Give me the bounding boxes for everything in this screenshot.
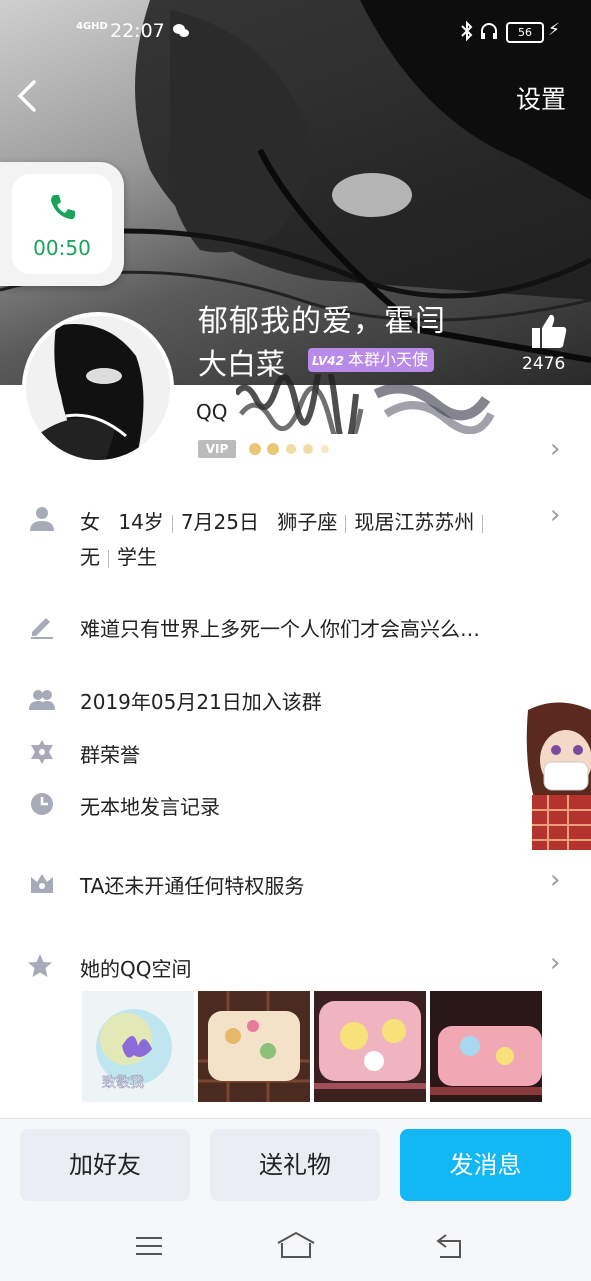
- network-indicator: 4GHD: [76, 21, 108, 32]
- privilege-chevron-icon[interactable]: ›: [550, 865, 560, 895]
- gender: 女: [80, 510, 100, 534]
- signature[interactable]: 难道只有世界上多死一个人你们才会高兴么…: [80, 613, 480, 642]
- charging-icon: ⚡: [548, 20, 560, 40]
- basic-info-line2[interactable]: 无学生: [80, 541, 157, 570]
- girl-sticker-decoration: [526, 702, 591, 850]
- qzone-photo-strip[interactable]: 致敬我: [82, 991, 542, 1102]
- vip-badge: VIP: [198, 440, 236, 458]
- level-label: LV42: [312, 354, 344, 368]
- photo-caption: 致敬我: [102, 1075, 144, 1091]
- bottom-action-bar: 加好友 送礼物 发消息: [0, 1118, 591, 1281]
- call-card[interactable]: 00:50: [12, 174, 112, 274]
- status-bar: 4GHD 22:07 56 ⚡: [0, 18, 591, 48]
- bluetooth-icon: [461, 21, 473, 41]
- voice-call-floating-window[interactable]: 00:50: [0, 162, 124, 286]
- headphones-icon: [481, 23, 497, 39]
- send-message-button[interactable]: 发消息: [400, 1129, 571, 1201]
- qq-number-label: QQ: [196, 400, 228, 424]
- location: 现居江苏苏州: [354, 510, 475, 534]
- qzone-chevron-icon[interactable]: ›: [550, 948, 560, 978]
- group-honor[interactable]: 群荣誉: [80, 739, 140, 768]
- zodiac: 狮子座: [277, 510, 338, 534]
- group-level-badge: LV42 本群小天使: [308, 348, 434, 372]
- phone-icon: [51, 195, 75, 220]
- thumbs-up-icon[interactable]: [530, 312, 568, 350]
- age: 14岁: [118, 510, 164, 534]
- avatar[interactable]: [22, 312, 174, 464]
- avatar-image: [26, 316, 170, 460]
- back-nav-icon[interactable]: [434, 1231, 466, 1261]
- occupation: 学生: [117, 545, 157, 569]
- nickname: 郁郁我的爱，霍闫: [198, 304, 446, 339]
- home-icon[interactable]: [276, 1231, 316, 1261]
- add-friend-button[interactable]: 加好友: [20, 1129, 190, 1201]
- redaction-scribble: [236, 374, 495, 434]
- info-chevron-icon[interactable]: ›: [550, 500, 560, 530]
- qzone-photo-4[interactable]: [430, 991, 542, 1102]
- star-of-david-icon: [31, 740, 53, 764]
- level-crowns-icon: [249, 443, 329, 455]
- send-gift-button[interactable]: 送礼物: [210, 1129, 380, 1201]
- clock-icon: [31, 793, 53, 815]
- qzone-photo-1[interactable]: 致敬我: [82, 991, 194, 1102]
- crown-icon: [31, 874, 53, 893]
- qzone-photo-2[interactable]: [198, 991, 310, 1102]
- basic-info-line1[interactable]: 女 14岁 7月25日 狮子座 现居江苏苏州: [80, 506, 491, 535]
- back-arrow-icon[interactable]: [14, 78, 44, 114]
- group-members-icon: [29, 690, 55, 710]
- join-date: 2019年05月21日加入该群: [80, 690, 322, 714]
- wechat-icon: [173, 24, 189, 37]
- qzone-star-icon: [28, 954, 52, 977]
- qzone-link[interactable]: 她的QQ空间: [80, 953, 191, 982]
- battery-indicator: 56: [506, 22, 544, 43]
- birthday: 7月25日: [180, 510, 259, 534]
- qzone-photo-3[interactable]: [314, 991, 426, 1102]
- person-icon: [30, 507, 54, 531]
- pencil-icon: [31, 618, 53, 639]
- status-time: 22:07: [110, 20, 165, 42]
- profile-chevron-icon[interactable]: ›: [550, 434, 560, 464]
- menu-icon[interactable]: [134, 1231, 164, 1261]
- like-count: 2476: [522, 354, 566, 374]
- group-title: 本群小天使: [347, 350, 428, 369]
- privilege-status[interactable]: TA还未开通任何特权服务: [80, 870, 304, 899]
- speak-record: 无本地发言记录: [80, 795, 220, 819]
- info-extra: 无: [80, 545, 100, 569]
- call-duration: 00:50: [33, 236, 91, 260]
- settings-button[interactable]: 设置: [516, 80, 566, 116]
